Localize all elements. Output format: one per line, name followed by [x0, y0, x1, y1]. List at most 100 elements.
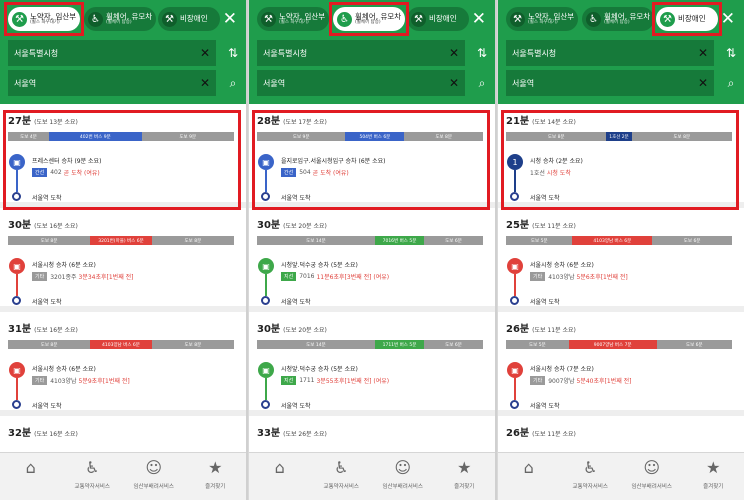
- route-card[interactable]: 30분 (도보 16분 소요) 도보 8분 3201번(마을) 버스 6분 도보 8분 ▣…: [0, 212, 246, 312]
- search-header: ⚒ 노약자, 임산부 (휠스 좌우대기) ♿ 휠체어, 유모차 (휠체어 탑승) ⚒ 비장애인…: [249, 0, 495, 104]
- origin-field[interactable]: 서울특별시청 ✕: [257, 40, 465, 66]
- destination-label: 서울역 도착: [32, 195, 62, 202]
- arrival-info: 기타 4103양남 5분6초후[1번째 전]: [530, 272, 628, 281]
- segment-walk: 도보 8분: [631, 132, 732, 141]
- bottom-nav: ⌂ ♿ 교통약자서비스 ☺ 임산부배려서비스 ★ 즐겨찾기: [0, 452, 246, 500]
- bus-icon: ▣: [258, 258, 274, 274]
- route-walk-time: (도보 11분 소요): [532, 327, 576, 334]
- route-card[interactable]: 25분 (도보 11분 소요) 도보 5분 4103양남 버스 6분 도보 6분 ▣ 서울시…: [498, 212, 744, 312]
- destination-label: 서울역 도착: [281, 403, 311, 410]
- segment-walk: 도보 8분: [404, 132, 483, 141]
- close-icon[interactable]: ✕: [223, 9, 237, 29]
- swap-icon[interactable]: ⇅: [226, 46, 240, 60]
- destination-field[interactable]: 서울역 ✕: [506, 70, 714, 96]
- nav-item-family[interactable]: ☺ 임산부배려서비스: [621, 453, 683, 500]
- segment-bus_blue: 504번 버스 6분: [345, 132, 405, 141]
- nav-item-wheelchair[interactable]: ♿ 교통약자서비스: [311, 453, 373, 500]
- segment-walk: 도보 6분: [656, 340, 732, 349]
- bus-type-badge: 기타: [530, 272, 546, 281]
- route-segment-bar: 도보 8분 4103양남 버스 6분 도보 8분: [8, 340, 234, 349]
- mode-text: 노약자, 임산부 (휠스 좌우대기): [279, 12, 325, 26]
- bus-icon: ▣: [9, 362, 25, 378]
- nav-item-wheelchair[interactable]: ♿ 교통약자서비스: [62, 453, 124, 500]
- mode-toggle-2[interactable]: ⚒ 비장애인: [656, 7, 718, 31]
- route-walk-time: (도보 20분 소요): [283, 327, 327, 334]
- nav-item-star[interactable]: ★ 즐겨찾기: [434, 453, 496, 500]
- nav-item-home[interactable]: ⌂: [498, 453, 560, 500]
- mode-toggle-0[interactable]: ⚒ 노약자, 임산부 (휠스 좌우대기): [8, 7, 80, 31]
- route-total-time: 31분: [8, 324, 32, 335]
- clear-icon[interactable]: ✕: [200, 46, 210, 60]
- segment-walk: 도보 6분: [424, 340, 483, 349]
- nav-item-family[interactable]: ☺ 임산부배려서비스: [123, 453, 185, 500]
- route-walk-time: (도보 17분 소요): [283, 119, 327, 126]
- boarding-stop: 을지로입구.서울시청입구 승차 (6분 소요): [281, 158, 386, 165]
- segment-walk: 도보 8분: [151, 340, 234, 349]
- route-segment-bar: 도보 5분 4103양남 버스 6분 도보 6분: [506, 236, 732, 245]
- route-card[interactable]: 31분 (도보 16분 소요) 도보 8분 4103양남 버스 6분 도보 8분 ▣ 서울시…: [0, 316, 246, 416]
- mode-sublabel: (휠체어 탑승): [604, 19, 630, 25]
- swap-icon[interactable]: ⇅: [475, 46, 489, 60]
- clear-icon[interactable]: ✕: [449, 46, 459, 60]
- wheelchair-icon: ♿: [334, 458, 349, 477]
- mode-toggle-0[interactable]: ⚒ 노약자, 임산부 (휠스 좌우대기): [257, 7, 329, 31]
- nav-item-family[interactable]: ☺ 임산부배려서비스: [372, 453, 434, 500]
- origin-field[interactable]: 서울특별시청 ✕: [506, 40, 714, 66]
- mode-toggle-2[interactable]: ⚒ 비장애인: [158, 7, 220, 31]
- search-icon[interactable]: ⌕: [724, 76, 738, 90]
- walk-icon: ⚒: [660, 11, 675, 27]
- origin-field[interactable]: 서울특별시청 ✕: [8, 40, 216, 66]
- route-card[interactable]: 30분 (도보 20분 소요) 도보 14분 1711번 버스 5분 도보 6분 ▣ 시청앞…: [249, 316, 495, 416]
- mode-toggle-1[interactable]: ♿ 휠체어, 유모차 (휠체어 탑승): [582, 7, 654, 31]
- mode-sublabel: (휠스 좌우대기): [279, 19, 309, 25]
- segment-bus_red: 3201번(마을) 버스 6분: [90, 236, 152, 245]
- segment-bus_red: 4103양남 버스 6분: [90, 340, 152, 349]
- segment-walk: 도보 8분: [8, 236, 91, 245]
- route-card[interactable]: 30분 (도보 20분 소요) 도보 14분 7016번 버스 5분 도보 6분 ▣ 시청앞…: [249, 212, 495, 312]
- swap-icon[interactable]: ⇅: [724, 46, 738, 60]
- nav-item-star[interactable]: ★ 즐겨찾기: [683, 453, 744, 500]
- nav-item-home[interactable]: ⌂: [0, 453, 62, 500]
- segment-bus_red: 9007양남 버스 7분: [568, 340, 657, 349]
- route-walk-time: (도보 16분 소요): [34, 431, 78, 438]
- route-segment-bar: 도보 9분 504번 버스 6분 도보 8분: [257, 132, 483, 141]
- star-icon: ★: [457, 458, 472, 477]
- close-icon[interactable]: ✕: [721, 9, 735, 29]
- route-card[interactable]: 28분 (도보 17분 소요) 도보 9분 504번 버스 6분 도보 8분 ▣ 을지로입구…: [249, 108, 495, 208]
- close-icon[interactable]: ✕: [472, 9, 486, 29]
- search-icon[interactable]: ⌕: [226, 76, 240, 90]
- origin-text: 서울특별시청: [14, 48, 59, 58]
- nav-item-star[interactable]: ★ 즐겨찾기: [185, 453, 247, 500]
- mode-toggle-0[interactable]: ⚒ 노약자, 임산부 (휠스 좌우대기): [506, 7, 578, 31]
- nav-item-home[interactable]: ⌂: [249, 453, 311, 500]
- panel-divider: [246, 0, 248, 500]
- destination-marker: [12, 192, 21, 201]
- route-duration: 30분 (도보 20분 소요): [257, 320, 327, 335]
- route-card[interactable]: 27분 (도보 13분 소요) 도보 4분 402번 버스 9분 도보 9분 ▣ 프레스센터…: [0, 108, 246, 208]
- route-walk-time: (도보 13분 소요): [34, 119, 78, 126]
- route-walk-time: (도보 11분 소요): [532, 223, 576, 230]
- line-number: 4103양남: [548, 274, 575, 281]
- segment-walk: 도보 6분: [424, 236, 483, 245]
- nav-item-wheelchair[interactable]: ♿ 교통약자서비스: [560, 453, 622, 500]
- segment-subway_line1: 1호선 2분: [606, 132, 632, 141]
- route-card[interactable]: 26분 (도보 11분 소요) 도보 5분 9007양남 버스 7분 도보 6분 ▣ 서울시…: [498, 316, 744, 416]
- route-duration: 33분 (도보 26분 소요): [257, 424, 327, 439]
- boarding-stop: 시청앞.덕수궁 승차 (5분 소요): [281, 366, 358, 373]
- bus-icon: ▣: [507, 258, 523, 274]
- clear-icon[interactable]: ✕: [200, 76, 210, 90]
- search-icon[interactable]: ⌕: [475, 76, 489, 90]
- mode-toggle-1[interactable]: ♿ 휠체어, 유모차 (휠체어 탑승): [84, 7, 156, 31]
- destination-field[interactable]: 서울역 ✕: [257, 70, 465, 96]
- line-number: 1711: [299, 377, 315, 384]
- mode-toggle-2[interactable]: ⚒ 비장애인: [407, 7, 469, 31]
- nav-label: 교통약자서비스: [323, 484, 359, 490]
- clear-icon[interactable]: ✕: [698, 46, 708, 60]
- clear-icon[interactable]: ✕: [449, 76, 459, 90]
- clear-icon[interactable]: ✕: [698, 76, 708, 90]
- route-card[interactable]: 21분 (도보 14분 소요) 도보 8분 1호선 2분 도보 8분 1 시청 승차 (2분…: [498, 108, 744, 208]
- mode-toggle-1[interactable]: ♿ 휠체어, 유모차 (휠체어 탑승): [333, 7, 405, 31]
- segment-walk: 도보 8분: [151, 236, 234, 245]
- destination-field[interactable]: 서울역 ✕: [8, 70, 216, 96]
- route-total-time: 32분: [8, 428, 32, 439]
